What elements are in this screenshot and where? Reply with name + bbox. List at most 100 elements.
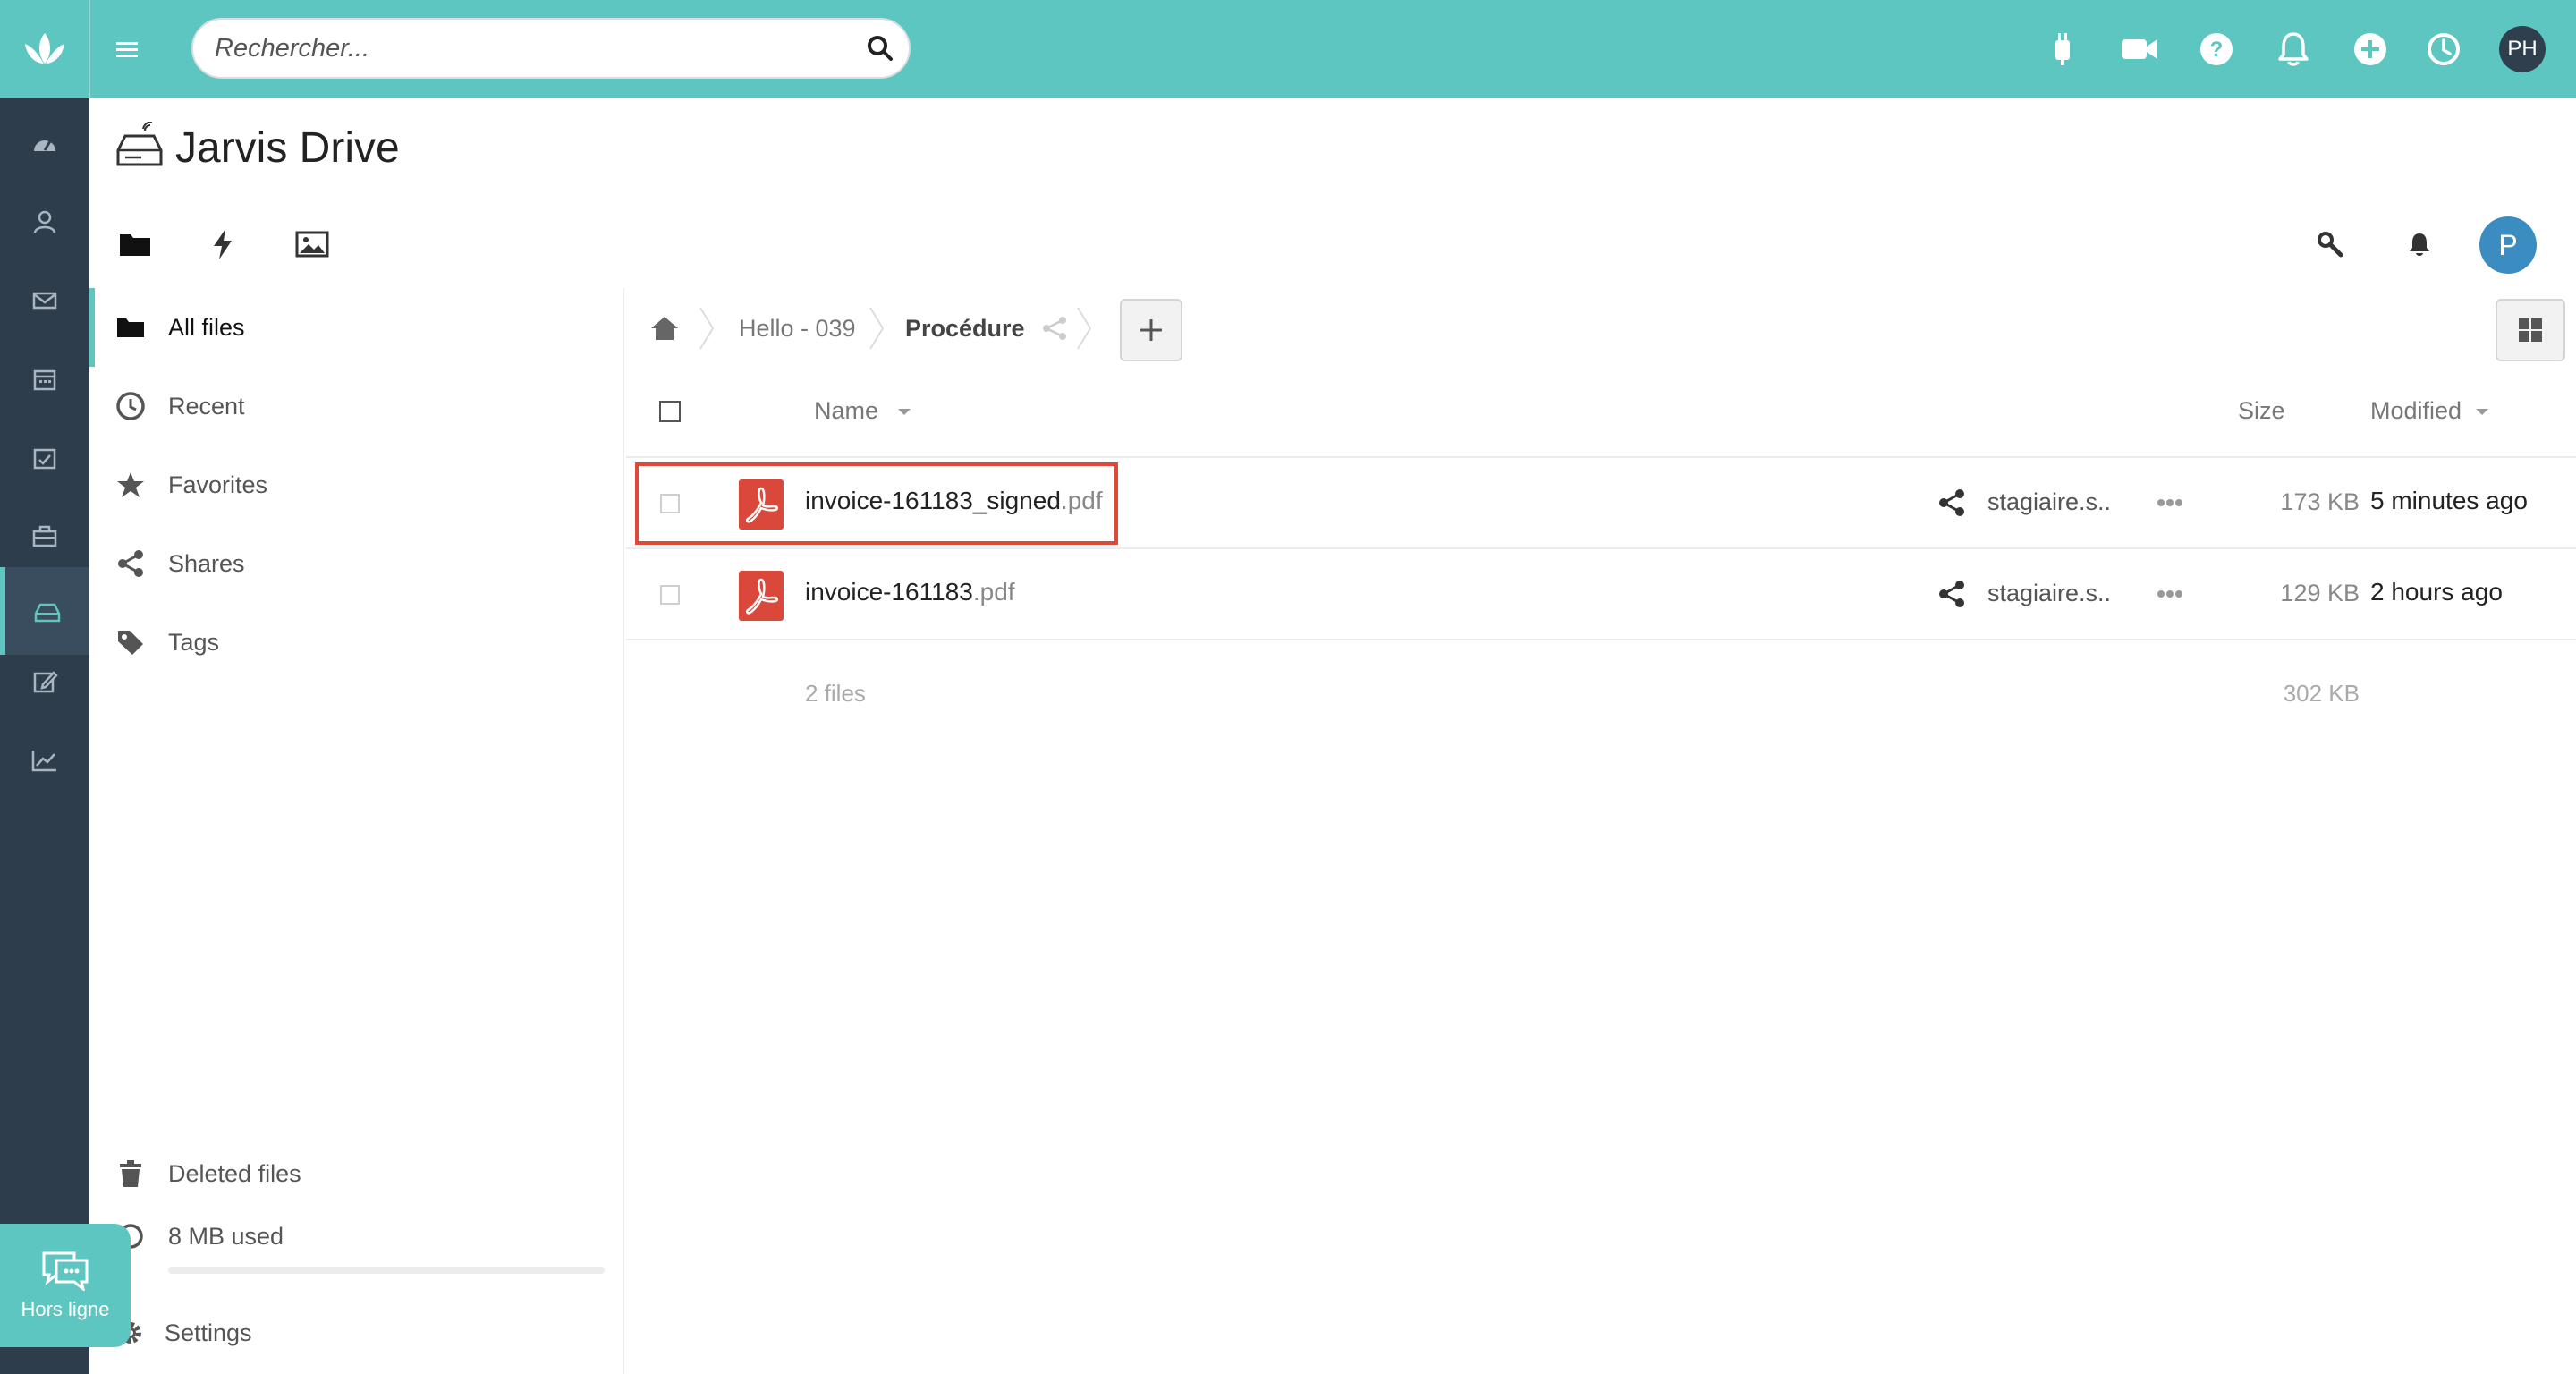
analytics-icon: [31, 751, 56, 772]
settings-label: Settings: [165, 1319, 252, 1346]
bell-icon[interactable]: [2270, 26, 2317, 72]
share-icon[interactable]: [1937, 488, 1966, 517]
breadcrumb-home[interactable]: [649, 315, 680, 342]
file-extension: .pdf: [972, 578, 1015, 606]
top-bar: ? PH: [0, 0, 2576, 98]
tab-files[interactable]: [113, 222, 157, 267]
drive-icon: [116, 122, 163, 166]
share-icon[interactable]: [1041, 315, 1068, 342]
rail-notes[interactable]: [0, 642, 89, 721]
plugin-icon[interactable]: [2039, 26, 2086, 72]
more-options-icon[interactable]: [2156, 585, 2184, 603]
search-icon[interactable]: [864, 32, 896, 64]
sidebar-item-all-files[interactable]: All files: [89, 288, 623, 367]
rail-briefcase[interactable]: [0, 497, 89, 576]
home-icon: [651, 317, 678, 340]
lotus-logo-icon: [25, 33, 64, 64]
selection-highlight: [635, 462, 1118, 545]
trash-icon: [113, 1156, 148, 1192]
rail-mail[interactable]: [0, 261, 89, 340]
rail-dashboard[interactable]: [0, 104, 89, 182]
star-icon: [113, 467, 148, 503]
search-box: [191, 18, 911, 79]
column-header-size[interactable]: Size: [2238, 397, 2285, 425]
clock-icon[interactable]: [2420, 26, 2467, 72]
tab-gallery[interactable]: [290, 222, 335, 267]
drive-icon: [34, 603, 61, 623]
share-icon: [113, 546, 148, 581]
file-count-summary: 2 files: [805, 680, 866, 707]
file-name[interactable]: invoice-161183.pdf: [805, 578, 1015, 606]
search-files-button[interactable]: [2308, 222, 2352, 267]
mail-icon: [32, 292, 57, 310]
video-icon[interactable]: [2116, 26, 2163, 72]
sidebar-item-favorites[interactable]: Favorites: [89, 445, 623, 524]
sidebar-item-label: Recent: [168, 392, 245, 420]
app-logo[interactable]: [0, 0, 89, 98]
help-icon[interactable]: ?: [2193, 26, 2240, 72]
sidebar-item-tags[interactable]: Tags: [89, 603, 623, 682]
rail-analytics[interactable]: [0, 721, 89, 800]
sidebar-item-settings[interactable]: Settings: [89, 1293, 623, 1372]
contacts-icon: [33, 210, 56, 233]
add-new-button[interactable]: [1120, 299, 1182, 361]
sidebar-item-label: All files: [168, 313, 245, 341]
file-size: 129 KB: [2280, 580, 2360, 606]
pdf-file-icon: [739, 571, 784, 621]
row-checkbox[interactable]: [660, 585, 680, 605]
grid-view-button[interactable]: [2496, 299, 2565, 361]
menu-button[interactable]: [89, 0, 165, 98]
lightning-icon: [214, 229, 232, 259]
chat-status-button[interactable]: Hors ligne: [0, 1224, 131, 1347]
plus-icon: [1140, 319, 1162, 341]
sidebar-item-label: Shares: [168, 549, 245, 577]
sidebar: All files Recent Favorites Shares Tags D…: [89, 288, 624, 1374]
chat-icon: [42, 1251, 89, 1291]
magnifier-icon: [2318, 232, 2343, 258]
user-avatar[interactable]: PH: [2499, 26, 2546, 72]
rail-contacts[interactable]: [0, 182, 89, 261]
share-owner[interactable]: stagiaire.s..: [1987, 488, 2111, 516]
quota-info: 8 MB used: [89, 1200, 623, 1272]
total-size-summary: 302 KB: [2283, 680, 2360, 707]
column-header-name[interactable]: Name: [814, 397, 878, 425]
tasks-icon: [33, 448, 56, 470]
column-header-modified[interactable]: Modified: [2370, 397, 2462, 425]
chevron-right-icon: [1077, 307, 1092, 350]
tag-icon: [113, 624, 148, 660]
select-all-checkbox[interactable]: [659, 401, 681, 422]
notifications-button[interactable]: [2397, 222, 2442, 267]
file-modified: 2 hours ago: [2370, 578, 2503, 606]
chevron-right-icon: [869, 307, 885, 350]
sidebar-item-recent[interactable]: Recent: [89, 367, 623, 445]
file-basename: invoice-161183: [805, 578, 973, 606]
sidebar-item-label: Tags: [168, 628, 220, 656]
dashboard-icon: [34, 140, 55, 151]
hamburger-icon: [116, 42, 138, 57]
image-icon: [295, 231, 329, 258]
more-options-icon[interactable]: [2156, 494, 2184, 512]
folder-icon: [113, 310, 148, 345]
app-rail: [0, 98, 89, 1374]
share-owner[interactable]: stagiaire.s..: [1987, 580, 2111, 607]
chevron-right-icon: [699, 307, 715, 350]
page-title: Jarvis Drive: [175, 124, 400, 172]
add-circle-icon[interactable]: [2347, 26, 2394, 72]
breadcrumb-current[interactable]: Procédure: [905, 315, 1025, 343]
calendar-icon: [33, 369, 56, 391]
file-size: 173 KB: [2280, 488, 2360, 515]
table-row[interactable]: invoice-161183.pdf stagiaire.s.. 129 KB …: [626, 549, 2576, 640]
briefcase-icon: [32, 525, 57, 547]
tab-activity[interactable]: [200, 222, 245, 267]
quota-progress-bar: [168, 1267, 605, 1274]
user-avatar-p[interactable]: P: [2479, 216, 2537, 274]
breadcrumb-item[interactable]: Hello - 039: [739, 315, 856, 343]
share-icon[interactable]: [1937, 580, 1966, 608]
search-input[interactable]: [215, 20, 859, 77]
grid-icon: [2519, 318, 2542, 342]
sidebar-item-shares[interactable]: Shares: [89, 524, 623, 603]
rail-tasks[interactable]: [0, 419, 89, 497]
chat-status-label: Hors ligne: [21, 1298, 110, 1320]
rail-calendar[interactable]: [0, 340, 89, 419]
deleted-files-label: Deleted files: [168, 1159, 301, 1187]
